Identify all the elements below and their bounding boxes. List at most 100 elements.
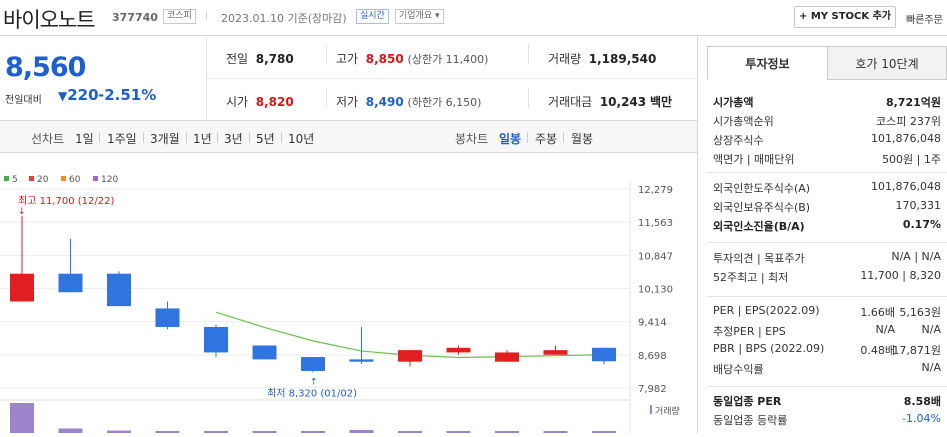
ma-legend-swatch	[93, 176, 98, 181]
ma-legend-swatch	[61, 176, 66, 181]
separator: |	[205, 11, 209, 21]
tab-1day[interactable]: 1일	[75, 130, 94, 147]
candles	[10, 215, 616, 373]
tab-1week[interactable]: 1주일	[107, 130, 137, 147]
volume-bars: 거래량	[0, 399, 680, 433]
info-key: 액면가 | 매매단위	[713, 153, 795, 166]
change-value: ▼220	[58, 86, 99, 104]
down-arrow-icon: ▼	[58, 89, 68, 103]
info-key: 52주최고 | 최저	[713, 271, 789, 284]
change-rate: -2.51%	[98, 86, 157, 104]
info-value: 101,876,048	[871, 180, 941, 193]
quick-order-link[interactable]: 빠른주문	[906, 11, 943, 26]
info-value: 코스피 237위	[876, 115, 941, 128]
info-value: N/A	[921, 361, 941, 374]
info-value: -1.04%	[902, 412, 941, 425]
y-tick-label: 7,982	[638, 384, 667, 395]
tab-3year[interactable]: 3년	[224, 130, 243, 147]
change-label: 전일대비	[5, 95, 42, 106]
live-button[interactable]: 실시간	[356, 9, 389, 24]
stock-code: 377740	[112, 11, 158, 24]
info-key: 배당수익률	[713, 363, 764, 376]
investment-info-panel: 투자정보 호가 10단계 시가총액 8,721억원시가총액순위 코스피 237위상장…	[707, 46, 947, 433]
tab-3month[interactable]: 3개월	[150, 130, 180, 147]
info-value: 101,876,048	[871, 132, 941, 145]
low-price: 8,490	[365, 95, 404, 109]
volume-value: 1,189,540	[588, 52, 657, 66]
chart-period-tabs: 선차트 1일 1주일 3개월 1년 3년 5년 10년 봉차트 일봉 주봉 월봉	[0, 120, 697, 153]
ma-legend-label: 120	[101, 175, 118, 185]
add-my-stock-button[interactable]: + MY STOCK 추가	[794, 6, 896, 28]
tab-10year[interactable]: 10년	[288, 130, 314, 147]
low-label: 저가	[336, 95, 359, 109]
info-key: 시가총액	[713, 96, 754, 109]
info-key: 상장주식수	[713, 134, 764, 147]
info-value-1: N/A	[875, 323, 895, 336]
info-value-1: 1.66배	[860, 306, 895, 319]
amount-label: 거래대금	[548, 95, 593, 109]
info-value: N/A	[921, 323, 941, 336]
info-row: 동일업종 등락률 -1.04%	[713, 412, 947, 429]
y-tick-label: 10,847	[638, 251, 673, 262]
prev-close: 8,780	[255, 52, 294, 66]
chart-svg: 5 20 60 120 12,279 11,563 10,847 10,130 9,414 8,…	[0, 175, 680, 433]
info-row: 액면가 | 매매단위 500원 | 1주	[713, 151, 947, 168]
change-amount: 220	[67, 86, 99, 104]
high-annotation: 최고 11,700 (12/22)	[18, 195, 114, 207]
candle-body	[155, 308, 180, 327]
info-value: N/A | N/A	[891, 250, 941, 263]
stock-header: 바이오노트 377740 코스피 | 2023.01.10 기준(장마감) 실시…	[0, 0, 947, 36]
tab-5year[interactable]: 5년	[256, 130, 275, 147]
info-row: PER | EPS(2022.09) 1.66배 5,163원	[713, 304, 947, 321]
open-price: 8,820	[255, 95, 294, 109]
info-row: 추정PER | EPS N/A N/A	[713, 323, 947, 340]
info-value: 8,721억원	[885, 96, 941, 109]
candle-body	[398, 350, 422, 362]
tab-orderbook-10[interactable]: 호가 10단계	[827, 46, 947, 80]
tab-1year[interactable]: 1년	[193, 130, 212, 147]
info-value: 17,871원	[892, 344, 941, 357]
candle-body	[58, 273, 83, 293]
y-tick-label: 11,563	[638, 218, 673, 229]
amount-value: 10,243	[599, 95, 647, 109]
info-value: 8.58배	[903, 395, 941, 408]
info-row: 동일업종 PER 8.58배	[713, 393, 947, 410]
tab-weekly[interactable]: 주봉	[535, 130, 557, 147]
info-key: PBR | BPS (2022.09)	[713, 342, 825, 355]
ma-legend-swatch	[4, 176, 9, 181]
low-annotation: 최저 8,320 (01/02)	[267, 387, 357, 399]
ma-legend: 5 20 60 120	[4, 175, 118, 185]
info-key: 추정PER | EPS	[713, 325, 786, 338]
info-row: 52주최고 | 최저 11,700 | 8,320	[713, 269, 947, 286]
base-date: 2023.01.10 기준(장마감)	[221, 12, 347, 25]
info-row: 시가총액 8,721억원	[713, 94, 947, 111]
tab-investment-info[interactable]: 투자정보	[707, 46, 828, 80]
info-key: 시가총액순위	[713, 115, 774, 128]
prev-label: 전일	[226, 52, 249, 66]
panel-divider	[697, 36, 698, 433]
info-row: 시가총액순위 코스피 237위	[713, 113, 947, 130]
stock-name: 바이오노트	[3, 8, 96, 32]
tab-monthly[interactable]: 월봉	[571, 130, 593, 147]
y-tick-label: 8,698	[638, 351, 667, 362]
candle-body	[349, 359, 374, 362]
info-row: 상장주식수 101,876,048	[713, 132, 947, 149]
volume-bar	[58, 428, 83, 433]
panel-separator	[707, 386, 947, 387]
lower-limit: (하한가 6,150)	[407, 96, 482, 109]
company-overview-button[interactable]: 기업개요 ▾	[395, 9, 444, 24]
y-tick-label: 9,414	[638, 318, 667, 329]
info-key: 외국인소진율(B/A)	[713, 220, 805, 233]
candle-body	[301, 357, 325, 371]
panel-separator	[707, 242, 947, 243]
y-tick-label: 12,279	[638, 185, 673, 196]
info-key: 외국인한도주식수(A)	[713, 182, 811, 195]
upper-limit: (상한가 11,400)	[407, 53, 489, 66]
info-row: 투자의견 | 목표주가 N/A | N/A	[713, 250, 947, 267]
info-row: 배당수익률 N/A	[713, 361, 947, 378]
candlestick-chart: 5 20 60 120 12,279 11,563 10,847 10,130 9,414 8,…	[0, 153, 697, 433]
tab-daily[interactable]: 일봉	[499, 130, 521, 147]
info-key: PER | EPS(2022.09)	[713, 304, 820, 317]
candle-body	[204, 326, 228, 353]
info-value: 11,700 | 8,320	[860, 269, 941, 282]
